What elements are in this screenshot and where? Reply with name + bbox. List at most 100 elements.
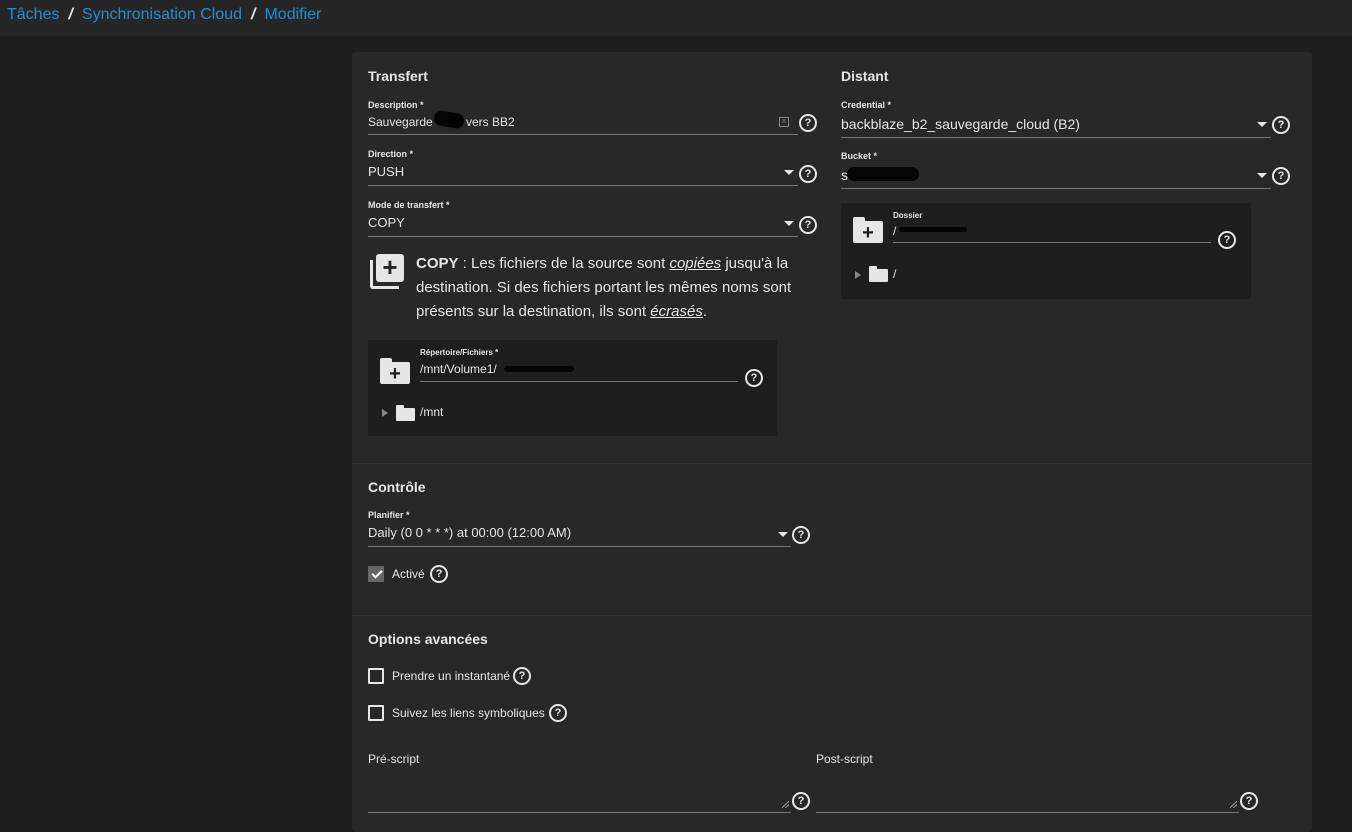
pre-script-label: Pré-script xyxy=(368,752,420,766)
redaction-mark xyxy=(899,227,967,232)
credential-select[interactable]: backblaze_b2_sauvegarde_cloud (B2) xyxy=(841,114,1271,138)
dropdown-arrow-icon xyxy=(784,221,794,226)
schedule-select[interactable]: Daily (0 0 * * *) at 00:00 (12:00 AM) xyxy=(368,524,791,547)
snapshot-label: Prendre un instantané xyxy=(392,669,511,683)
folder-icon xyxy=(396,405,415,421)
mode-help-emphasis: copiées xyxy=(669,255,722,272)
section-title-control: Contrôle xyxy=(368,479,426,495)
transfer-mode-label: Mode de transfert * xyxy=(368,200,450,210)
redaction-mark xyxy=(432,109,466,130)
breadcrumb: Tâches / Synchronisation Cloud / Modifier xyxy=(7,6,321,24)
help-icon[interactable]: ? xyxy=(513,667,531,685)
underline xyxy=(816,812,1239,813)
underline xyxy=(368,812,791,813)
description-input[interactable]: Sauvegarde vers BB2 x xyxy=(368,109,798,135)
help-icon[interactable]: ? xyxy=(1240,792,1258,810)
direction-label: Direction * xyxy=(368,149,414,159)
schedule-value: Daily (0 0 * * *) at 00:00 (12:00 AM) xyxy=(368,525,572,540)
credential-value: backblaze_b2_sauvegarde_cloud (B2) xyxy=(841,116,1080,132)
underline xyxy=(368,134,798,135)
dropdown-arrow-icon xyxy=(778,532,788,537)
breadcrumb-separator: / xyxy=(251,6,256,23)
section-divider xyxy=(352,615,1312,616)
help-icon[interactable]: ? xyxy=(799,114,817,132)
description-value-prefix: Sauvegarde xyxy=(368,115,433,129)
underline xyxy=(420,381,738,382)
folder-add-icon[interactable]: + xyxy=(380,358,410,385)
source-path-input[interactable]: /mnt/Volume1/ xyxy=(420,361,738,382)
schedule-label: Planifier * xyxy=(368,510,410,520)
credential-label: Credential * xyxy=(841,100,892,110)
cloud-sync-form-card: Transfert Description * Sauvegarde vers … xyxy=(352,52,1312,832)
mode-help-emphasis: écrasés xyxy=(650,303,703,320)
pre-script-textarea[interactable] xyxy=(368,772,791,813)
section-title-remote: Distant xyxy=(841,68,889,84)
enabled-label: Activé xyxy=(392,567,425,581)
help-icon[interactable]: ? xyxy=(1272,167,1290,185)
remote-tree-root[interactable]: / xyxy=(893,267,896,281)
folder-label: Dossier xyxy=(893,211,923,220)
resize-grip-icon[interactable] xyxy=(782,801,789,808)
help-icon[interactable]: ? xyxy=(549,704,567,722)
bucket-label: Bucket * xyxy=(841,151,878,161)
redaction-mark xyxy=(847,167,919,181)
transfer-mode-value: COPY xyxy=(368,215,405,230)
help-icon[interactable]: ? xyxy=(1218,231,1236,249)
description-label: Description * xyxy=(368,100,424,110)
mode-name: COPY xyxy=(416,255,459,272)
post-script-label: Post-script xyxy=(816,752,873,766)
underline xyxy=(893,242,1211,243)
transfer-mode-select[interactable]: COPY xyxy=(368,214,798,237)
enabled-checkbox[interactable] xyxy=(368,566,384,582)
help-icon[interactable]: ? xyxy=(792,792,810,810)
description-value-suffix: vers BB2 xyxy=(466,115,515,129)
help-icon[interactable]: ? xyxy=(799,165,817,183)
underline xyxy=(841,137,1271,138)
expand-arrow-icon[interactable] xyxy=(855,271,861,279)
source-path-value: /mnt/Volume1/ xyxy=(420,362,497,376)
follow-symlinks-checkbox[interactable] xyxy=(368,705,384,721)
resize-grip-icon[interactable] xyxy=(1230,801,1237,808)
mode-help-text: . xyxy=(702,303,707,320)
redaction-mark xyxy=(504,366,574,372)
transfer-mode-description: COPY : Les fichiers de la source sont co… xyxy=(416,252,836,324)
clear-input-icon[interactable]: x xyxy=(779,117,789,127)
help-icon[interactable]: ? xyxy=(1272,116,1290,134)
breadcrumb-taches[interactable]: Tâches xyxy=(7,6,59,23)
section-divider xyxy=(352,463,1312,464)
help-icon[interactable]: ? xyxy=(430,565,448,583)
dropdown-arrow-icon xyxy=(784,170,794,175)
breadcrumb-modify[interactable]: Modifier xyxy=(264,6,321,23)
breadcrumb-cloud-sync[interactable]: Synchronisation Cloud xyxy=(82,6,242,23)
library-add-icon: + xyxy=(370,252,404,289)
folder-path-value: / xyxy=(893,224,897,238)
underline xyxy=(368,546,791,547)
dropdown-arrow-icon xyxy=(1257,122,1267,127)
section-title-transfer: Transfert xyxy=(368,68,428,84)
underline xyxy=(368,236,798,237)
dropdown-arrow-icon xyxy=(1257,173,1267,178)
underline xyxy=(368,185,798,186)
source-tree-root[interactable]: /mnt xyxy=(420,405,443,419)
snapshot-checkbox[interactable] xyxy=(368,668,384,684)
underline xyxy=(841,188,1271,189)
post-script-textarea[interactable] xyxy=(816,772,1239,813)
expand-arrow-icon[interactable] xyxy=(382,409,388,417)
help-icon[interactable]: ? xyxy=(745,369,763,387)
folder-add-icon[interactable]: + xyxy=(853,217,883,244)
mode-help-text: : Les fichiers de la source sont xyxy=(458,255,670,272)
breadcrumb-separator: / xyxy=(68,6,73,23)
direction-select[interactable]: PUSH xyxy=(368,163,798,186)
top-bar: Tâches / Synchronisation Cloud / Modifier xyxy=(0,0,1352,36)
source-path-label: Répertoire/Fichiers * xyxy=(420,348,499,357)
help-icon[interactable]: ? xyxy=(799,216,817,234)
bucket-select[interactable]: s xyxy=(841,165,1271,189)
remote-folder-explorer: + Dossier / ? / xyxy=(841,203,1251,299)
source-file-explorer: + Répertoire/Fichiers * /mnt/Volume1/ ? … xyxy=(368,340,777,436)
help-icon[interactable]: ? xyxy=(792,526,810,544)
direction-value: PUSH xyxy=(368,164,405,179)
follow-symlinks-label: Suivez les liens symboliques xyxy=(392,706,545,720)
folder-path-input[interactable]: / xyxy=(893,224,1211,243)
folder-icon xyxy=(869,266,888,282)
section-title-advanced: Options avancées xyxy=(368,631,488,647)
